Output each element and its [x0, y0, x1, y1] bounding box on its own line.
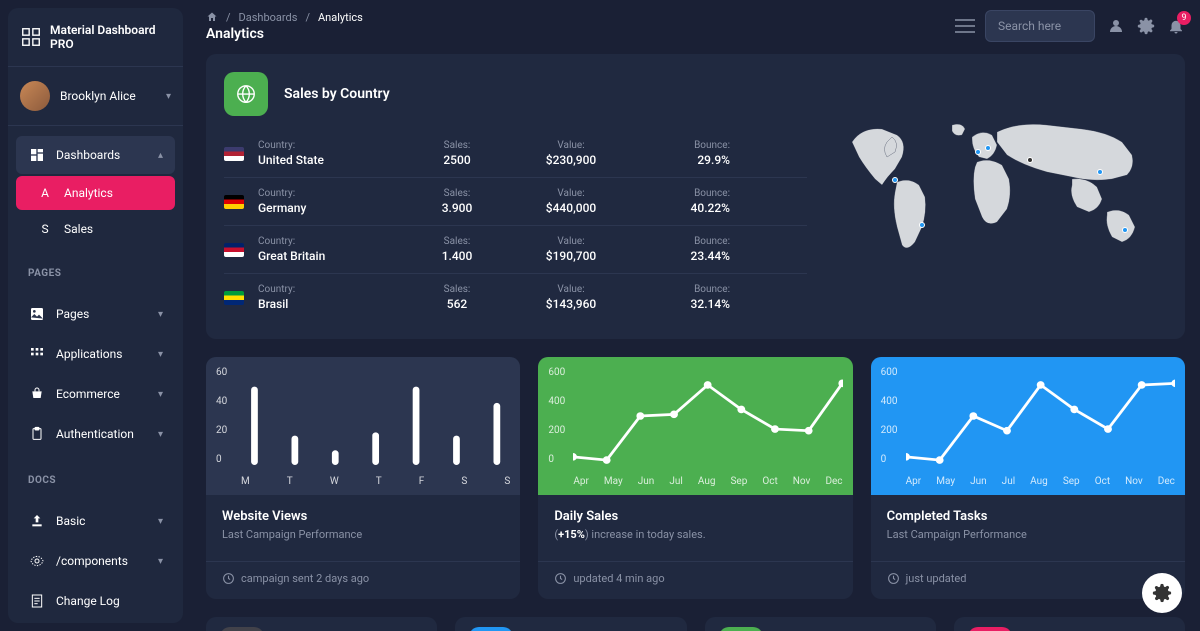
card-title: Sales by Country: [284, 86, 390, 102]
chart-footer: campaign sent 2 days ago: [206, 561, 520, 599]
nav-basic[interactable]: Basic ▾: [16, 502, 175, 540]
clipboard-icon: [28, 425, 46, 443]
nav-changelog[interactable]: Change Log: [16, 582, 175, 620]
sidebar: Material Dashboard PRO Brooklyn Alice ▾ …: [8, 8, 183, 623]
chevron-down-icon: ▾: [158, 556, 163, 567]
notifications-icon[interactable]: 9: [1167, 17, 1185, 35]
view-icon: [28, 552, 46, 570]
logo-icon: [20, 26, 42, 48]
flag-icon: [224, 291, 244, 305]
chart-views: 6040200 MTWTFSS Website ViewsLast Campai…: [206, 357, 520, 599]
chart-title: Website Views: [222, 509, 504, 524]
stat-card-weekend: Bookings 281: [206, 617, 437, 631]
chevron-down-icon: ▾: [158, 429, 163, 440]
crumb-analytics: Analytics: [318, 11, 363, 24]
search-input[interactable]: [985, 10, 1095, 42]
chevron-down-icon: ▾: [166, 91, 171, 102]
chevron-down-icon: ▾: [158, 309, 163, 320]
stat-card-bar: Today's Users 2,300: [455, 617, 686, 631]
section-docs: DOCS: [8, 463, 183, 492]
chart-daily: 6004002000 AprMayJunJulAugSepOctNovDec D…: [538, 357, 852, 599]
globe-icon: [224, 72, 268, 116]
nav-pages[interactable]: Pages ▾: [16, 295, 175, 333]
account-icon[interactable]: [1107, 17, 1125, 35]
chevron-down-icon: ▾: [158, 349, 163, 360]
clock-icon: [887, 572, 900, 585]
flag-icon: [224, 147, 244, 161]
brand-text: Material Dashboard PRO: [50, 23, 171, 51]
apps-icon: [28, 345, 46, 363]
nav-analytics[interactable]: A Analytics: [16, 176, 175, 210]
avatar: [20, 81, 50, 111]
nav-authentication[interactable]: Authentication ▾: [16, 415, 175, 453]
main-content: / Dashboards / Analytics Analytics 9: [191, 0, 1200, 631]
receipt-icon: [28, 592, 46, 610]
chart-footer: updated 4 min ago: [538, 561, 852, 599]
flag-icon: [224, 195, 244, 209]
user-name: Brooklyn Alice: [60, 89, 156, 103]
stat-card-person: Followers: [954, 617, 1185, 631]
chart-footer: just updated: [871, 561, 1185, 599]
person-icon: [968, 627, 1012, 631]
page-title: Analytics: [206, 26, 960, 42]
clock-icon: [554, 572, 567, 585]
upload-icon: [28, 512, 46, 530]
crumb-dashboards[interactable]: Dashboards: [239, 11, 298, 24]
store-icon: [719, 627, 763, 631]
chart-title: Daily Sales: [554, 509, 836, 524]
nav-ecommerce[interactable]: Ecommerce ▾: [16, 375, 175, 413]
nav-sales[interactable]: S Sales: [16, 212, 175, 246]
chevron-down-icon: ▾: [158, 516, 163, 527]
chart-subtitle: Last Campaign Performance: [887, 528, 1169, 541]
dashboard-icon: [28, 146, 46, 164]
weekend-icon: [220, 627, 264, 631]
chevron-up-icon: ▴: [158, 150, 163, 161]
sales-by-country-card: Sales by Country Country:United State Sa…: [206, 54, 1185, 339]
country-row: Country:Great Britain Sales:1.400 Value:…: [224, 226, 807, 274]
chart-title: Completed Tasks: [887, 509, 1169, 524]
nav-dashboards[interactable]: Dashboards ▴: [16, 136, 175, 174]
clock-icon: [222, 572, 235, 585]
country-row: Country:United State Sales:2500 Value:$2…: [224, 130, 807, 178]
nav-components[interactable]: /components ▾: [16, 542, 175, 580]
notification-badge: 9: [1177, 11, 1191, 25]
home-icon[interactable]: [206, 11, 218, 23]
settings-icon[interactable]: [1137, 17, 1155, 35]
bar-icon: [469, 627, 513, 631]
breadcrumb: / Dashboards / Analytics: [206, 11, 960, 24]
basket-icon: [28, 385, 46, 403]
nav-applications[interactable]: Applications ▾: [16, 335, 175, 373]
world-map: [837, 107, 1167, 287]
flag-icon: [224, 243, 244, 257]
image-icon: [28, 305, 46, 323]
menu-toggle[interactable]: [955, 19, 975, 33]
chevron-down-icon: ▾: [158, 389, 163, 400]
section-pages: PAGES: [8, 256, 183, 285]
stat-card-store: Revenue 34k: [705, 617, 936, 631]
chart-subtitle: Last Campaign Performance: [222, 528, 504, 541]
logo[interactable]: Material Dashboard PRO: [8, 8, 183, 67]
chart-tasks: 6004002000 AprMayJunJulAugSepOctNovDec C…: [871, 357, 1185, 599]
country-row: Country:Germany Sales:3.900 Value:$440,0…: [224, 178, 807, 226]
topbar: / Dashboards / Analytics Analytics 9: [206, 10, 1185, 42]
settings-fab[interactable]: [1142, 573, 1182, 613]
country-row: Country:Brasil Sales:562 Value:$143,960 …: [224, 274, 807, 321]
user-menu[interactable]: Brooklyn Alice ▾: [8, 67, 183, 126]
chart-subtitle: (+15%) increase in today sales.: [554, 528, 836, 541]
